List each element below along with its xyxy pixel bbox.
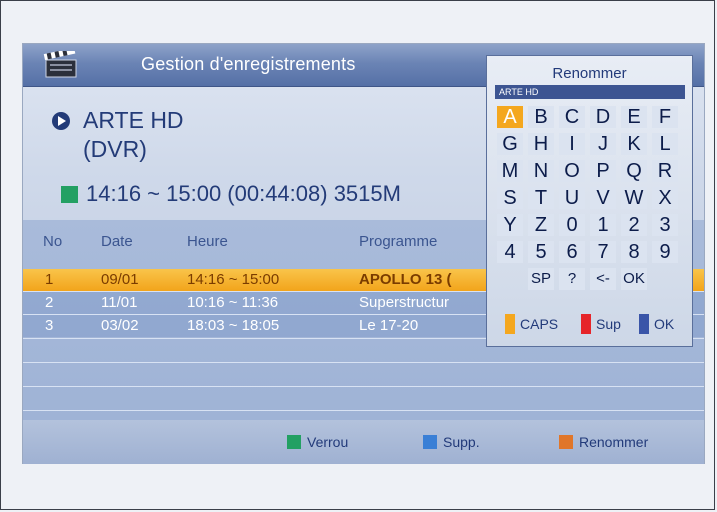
name-input[interactable]: ARTE HD — [495, 85, 685, 99]
key-t[interactable]: T — [528, 187, 554, 209]
ok-legend[interactable]: OK — [639, 314, 674, 334]
footer-bar: Verrou Supp. Renommer — [23, 420, 704, 464]
row-divider — [23, 362, 704, 363]
key-backspace[interactable]: <- — [590, 268, 616, 290]
row-date: 03/02 — [101, 317, 139, 334]
ok-label: OK — [654, 316, 675, 332]
row-no: 1 — [45, 271, 54, 288]
key-question[interactable]: ? — [559, 268, 585, 290]
row-programme: Superstructur — [359, 294, 450, 311]
row-no: 3 — [45, 317, 54, 334]
caps-legend[interactable]: CAPS — [505, 314, 558, 334]
key-x[interactable]: X — [652, 187, 678, 209]
red-key-icon — [559, 435, 573, 449]
play-icon — [51, 111, 71, 136]
row-divider — [23, 410, 704, 411]
row-time: 14:16 ~ 15:00 — [187, 271, 280, 288]
key-b[interactable]: B — [528, 106, 554, 128]
key-r[interactable]: R — [652, 160, 678, 182]
row-date: 11/01 — [101, 294, 138, 311]
key-c[interactable]: C — [559, 106, 585, 128]
key-j[interactable]: J — [590, 133, 616, 155]
key-5[interactable]: 5 — [528, 241, 554, 263]
lock-label: Verrou — [307, 434, 349, 450]
lock-action[interactable]: Verrou — [287, 434, 348, 450]
key-l[interactable]: L — [652, 133, 678, 155]
key-space[interactable]: SP — [528, 268, 554, 290]
row-programme: APOLLO 13 ( — [359, 271, 452, 288]
key-e[interactable]: E — [621, 106, 647, 128]
key-u[interactable]: U — [559, 187, 585, 209]
blue-key-icon — [423, 435, 437, 449]
green-key-icon — [287, 435, 301, 449]
rename-action[interactable]: Renommer — [559, 434, 648, 450]
key-i[interactable]: I — [559, 133, 585, 155]
col-no: No — [43, 233, 63, 250]
key-d[interactable]: D — [590, 106, 616, 128]
row-no: 2 — [45, 294, 54, 311]
row-time: 10:16 ~ 11:36 — [187, 294, 279, 311]
key-s[interactable]: S — [497, 187, 523, 209]
key-z[interactable]: Z — [528, 214, 554, 236]
key-f[interactable]: F — [652, 106, 678, 128]
channel-name: ARTE HD — [83, 107, 184, 133]
key-n[interactable]: N — [528, 160, 554, 182]
key-ok[interactable]: OK — [621, 268, 647, 290]
key-o[interactable]: O — [559, 160, 585, 182]
row-time: 18:03 ~ 18:05 — [187, 317, 280, 334]
yellow-key-icon — [505, 314, 515, 334]
recording-time: 14:16 ~ 15:00 (00:44:08) 3515M — [86, 181, 401, 206]
row-date: 09/01 — [101, 271, 139, 288]
key-h[interactable]: H — [528, 133, 554, 155]
page-title: Gestion d'enregistrements — [141, 54, 356, 74]
recording-status-icon — [61, 185, 78, 203]
key-m[interactable]: M — [497, 160, 523, 182]
key-6[interactable]: 6 — [559, 241, 585, 263]
row-divider — [23, 386, 704, 387]
rename-keyboard: Renommer ARTE HD ABCDEF GHIJKL MNOPQR STUVW… — [486, 55, 693, 347]
col-heure: Heure — [187, 233, 228, 250]
key-p[interactable]: P — [590, 160, 616, 182]
sup-label: Sup — [596, 316, 621, 332]
delete-label: Supp. — [443, 434, 480, 450]
blue-key-icon — [639, 314, 649, 334]
key-1[interactable]: 1 — [590, 214, 616, 236]
sup-legend[interactable]: Sup — [581, 314, 621, 334]
caps-label: CAPS — [520, 316, 559, 332]
key-y[interactable]: Y — [497, 214, 523, 236]
key-4[interactable]: 4 — [497, 241, 523, 263]
key-k[interactable]: K — [621, 133, 647, 155]
key-w[interactable]: W — [621, 187, 647, 209]
channel-type: (DVR) — [83, 136, 147, 162]
col-date: Date — [101, 233, 133, 250]
key-q[interactable]: Q — [621, 160, 647, 182]
rename-label: Renommer — [579, 434, 649, 450]
key-a[interactable]: A — [497, 106, 523, 128]
clapperboard-icon — [39, 48, 83, 82]
delete-action[interactable]: Supp. — [423, 434, 480, 450]
key-g[interactable]: G — [497, 133, 523, 155]
recording-info: 14:16 ~ 15:00 (00:44:08) 3515M — [61, 181, 401, 207]
row-programme: Le 17-20 — [359, 317, 419, 334]
keyboard-title: Renommer — [552, 65, 627, 82]
col-programme: Programme — [359, 233, 438, 250]
key-0[interactable]: 0 — [559, 214, 585, 236]
key-8[interactable]: 8 — [621, 241, 647, 263]
key-3[interactable]: 3 — [652, 214, 678, 236]
red-key-icon — [581, 314, 591, 334]
key-v[interactable]: V — [590, 187, 616, 209]
key-7[interactable]: 7 — [590, 241, 616, 263]
key-2[interactable]: 2 — [621, 214, 647, 236]
key-9[interactable]: 9 — [652, 241, 678, 263]
